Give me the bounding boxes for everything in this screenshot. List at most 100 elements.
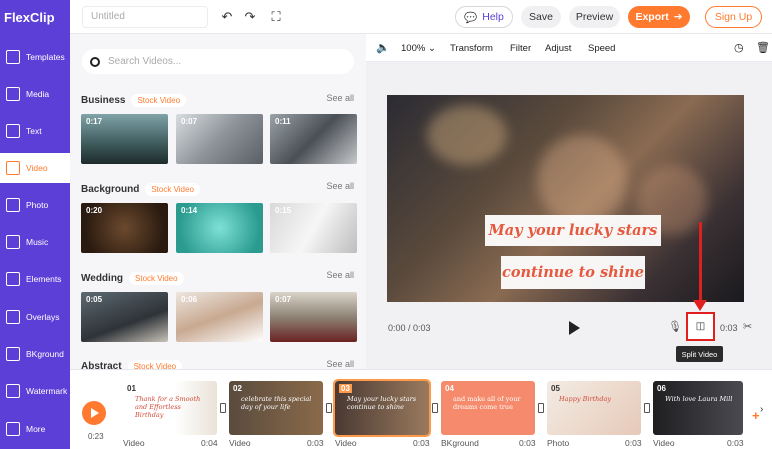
help-label: Help xyxy=(482,11,504,23)
duration-label: 0:05 xyxy=(86,295,103,304)
left-nav: Templates Media Text Video Photo Music E… xyxy=(0,34,70,449)
elements-icon xyxy=(6,272,20,286)
nav-item-overlays[interactable]: Overlays xyxy=(0,302,70,332)
caption-line-1[interactable]: May your lucky stars xyxy=(485,215,661,246)
split-video-button[interactable]: ◫ xyxy=(686,312,715,341)
undo-icon[interactable]: ↶ xyxy=(219,9,235,25)
section-label: Background xyxy=(81,184,140,195)
nav-label: Video xyxy=(26,163,48,173)
nav-item-media[interactable]: Media xyxy=(0,79,70,109)
video-thumbnail[interactable]: 0:17 xyxy=(81,114,168,164)
annotation-arrow xyxy=(699,222,702,302)
transition-handle[interactable] xyxy=(644,403,650,413)
timeline-time: 0:23 xyxy=(88,432,104,441)
clip-type-label: BKground xyxy=(441,438,479,448)
export-button[interactable]: Export ➔ xyxy=(628,6,690,28)
duration-label: 0:06 xyxy=(181,295,198,304)
more-icon xyxy=(6,422,20,436)
timeline-clip-selected[interactable]: 03 May your lucky stars continue to shine xyxy=(333,379,431,437)
caption-line-2[interactable]: continue to shine xyxy=(501,256,645,289)
video-thumbnail[interactable]: 0:07 xyxy=(270,292,357,342)
stock-video-badge: Stock Video xyxy=(145,183,200,196)
duration-label: 0:20 xyxy=(86,206,103,215)
transform-button[interactable]: Transform xyxy=(450,43,493,54)
play-icon[interactable] xyxy=(569,321,580,335)
section-label: Wedding xyxy=(81,273,124,284)
trash-icon[interactable]: 🗑 xyxy=(756,41,770,54)
duration-label: 0:11 xyxy=(275,117,291,126)
timeline-clip[interactable]: 06 With love Laura Mill xyxy=(653,381,743,435)
play-icon xyxy=(91,408,99,418)
microphone-icon[interactable]: 🎙 xyxy=(668,320,682,333)
volume-icon[interactable]: 🔈 xyxy=(376,41,390,54)
timeline-clip[interactable]: 04 and make all of your dreams come true xyxy=(441,381,535,435)
see-all-link[interactable]: See all xyxy=(326,270,354,280)
scissors-icon[interactable]: ✂ xyxy=(743,320,752,333)
annotation-arrow-head xyxy=(693,300,707,311)
clock-icon[interactable]: ◷ xyxy=(734,41,744,54)
video-thumbnail[interactable]: 0:15 xyxy=(270,203,357,253)
clip-text: With love Laura Mill xyxy=(665,395,733,403)
section-label: Business xyxy=(81,95,126,106)
clip-type-label: Video xyxy=(335,438,357,448)
nav-label: Elements xyxy=(26,274,62,284)
nav-item-text[interactable]: Text xyxy=(0,116,70,146)
transition-handle[interactable] xyxy=(220,403,226,413)
duration-label: 0:07 xyxy=(275,295,292,304)
see-all-link[interactable]: See all xyxy=(326,93,354,103)
video-thumbnail[interactable]: 0:11 xyxy=(270,114,357,164)
nav-item-bkground[interactable]: BKground xyxy=(0,339,70,369)
search-input[interactable]: Search Videos... xyxy=(82,49,354,74)
section-title-wedding: Wedding Stock Video xyxy=(81,272,184,285)
nav-item-more[interactable]: More xyxy=(0,414,70,444)
help-button[interactable]: 💬 Help xyxy=(455,6,513,28)
watermark-icon xyxy=(6,384,20,398)
nav-item-watermark[interactable]: Watermark xyxy=(0,376,70,406)
chevron-right-icon[interactable]: › xyxy=(760,404,763,415)
timeline-play-button[interactable] xyxy=(82,401,106,425)
save-button[interactable]: Save xyxy=(521,6,561,28)
clip-number: 01 xyxy=(127,384,136,393)
transition-handle[interactable] xyxy=(432,403,438,413)
stock-video-badge: Stock Video xyxy=(129,272,184,285)
add-clip-icon[interactable]: + xyxy=(752,408,760,423)
see-all-link[interactable]: See all xyxy=(326,181,354,191)
see-all-link[interactable]: See all xyxy=(326,359,354,369)
nav-item-templates[interactable]: Templates xyxy=(0,42,70,72)
nav-item-elements[interactable]: Elements xyxy=(0,264,70,294)
preview-button[interactable]: Preview xyxy=(569,6,620,28)
filter-button[interactable]: Filter xyxy=(510,43,531,54)
adjust-button[interactable]: Adjust xyxy=(545,43,571,54)
nav-label: Watermark xyxy=(26,386,68,396)
overlays-icon xyxy=(6,310,20,324)
text-icon xyxy=(6,124,20,138)
top-bar: FlexClip Untitled ↶ ↷ ⛶ 💬 Help Save Previ… xyxy=(0,0,772,34)
nav-item-photo[interactable]: Photo xyxy=(0,190,70,220)
clip-type-label: Video xyxy=(653,438,675,448)
redo-icon[interactable]: ↷ xyxy=(242,9,258,25)
nav-item-video[interactable]: Video xyxy=(0,153,70,183)
video-thumbnail[interactable]: 0:06 xyxy=(176,292,263,342)
sign-up-button[interactable]: Sign Up xyxy=(705,6,762,28)
zoom-select[interactable]: 100% ⌄ xyxy=(401,43,436,54)
search-icon xyxy=(90,56,100,67)
flexclip-logo[interactable]: FlexClip xyxy=(0,0,70,34)
video-thumbnail[interactable]: 0:05 xyxy=(81,292,168,342)
video-thumbnail[interactable]: 0:14 xyxy=(176,203,263,253)
project-title-input[interactable]: Untitled xyxy=(82,6,208,28)
clip-text: Thank for a Smooth and Effortless Birthd… xyxy=(135,395,201,419)
duration-label: 0:14 xyxy=(181,206,198,215)
timeline-clip[interactable]: 05 Happy Birthday xyxy=(547,381,641,435)
transition-handle[interactable] xyxy=(538,403,544,413)
video-thumbnail[interactable]: 0:07 xyxy=(176,114,263,164)
video-thumbnail[interactable]: 0:20 xyxy=(81,203,168,253)
logo-text: FlexClip xyxy=(4,9,55,25)
fullscreen-icon[interactable]: ⛶ xyxy=(268,9,284,25)
timeline-clip[interactable]: 02 celebrate this special day of your lif… xyxy=(229,381,323,435)
speed-button[interactable]: Speed xyxy=(588,43,615,54)
duration-label: 0:17 xyxy=(86,117,103,126)
timeline-clip[interactable]: 01 Thank for a Smooth and Effortless Birt… xyxy=(123,381,217,435)
transition-handle[interactable] xyxy=(326,403,332,413)
clip-duration: 0:03 xyxy=(625,438,642,448)
nav-item-music[interactable]: Music xyxy=(0,227,70,257)
